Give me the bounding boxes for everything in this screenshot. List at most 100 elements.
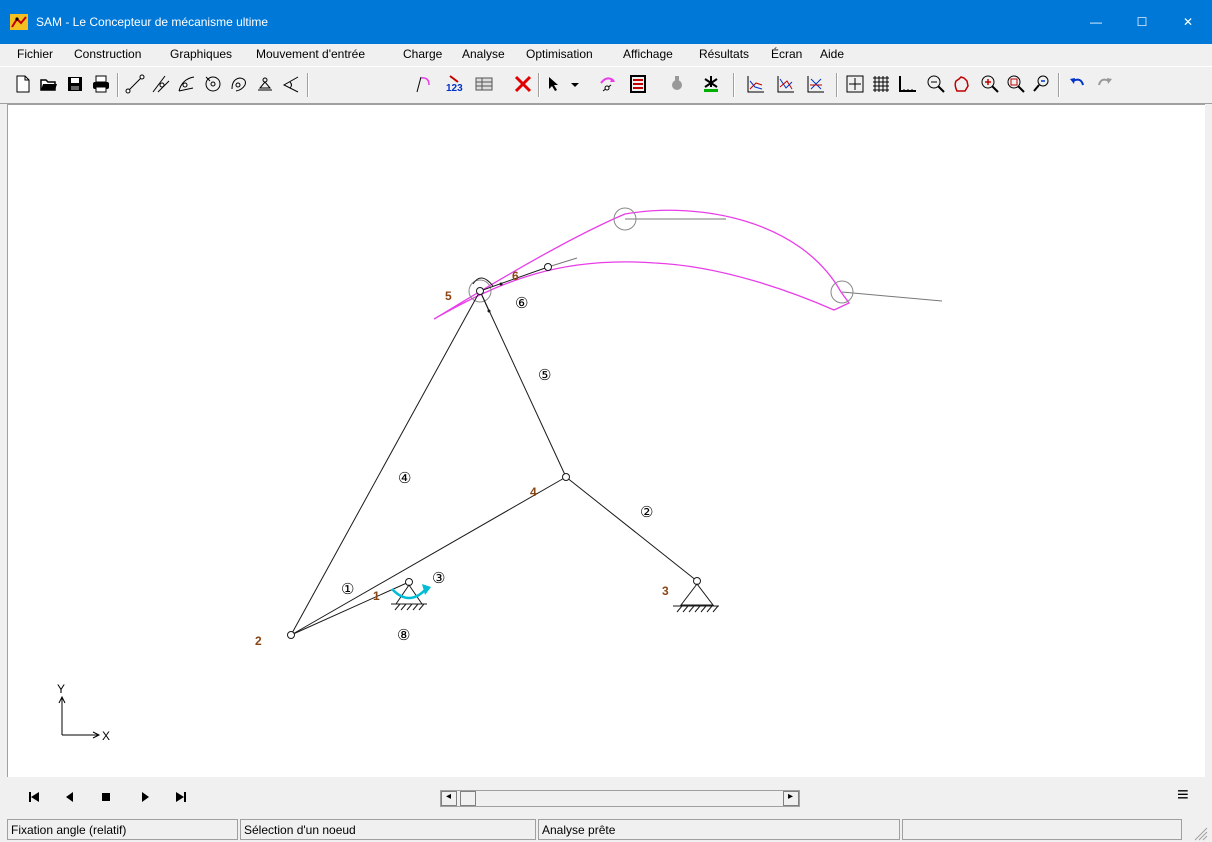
node-6c: [487, 309, 491, 313]
menu-bar: Fichier Construction Graphiques Mouvemen…: [0, 44, 1212, 66]
pan-icon[interactable]: [951, 73, 973, 95]
zoom-out-icon[interactable]: [925, 73, 947, 95]
menu-analyse[interactable]: Analyse: [462, 47, 505, 61]
table-icon[interactable]: [473, 73, 495, 95]
window-title: SAM - Le Concepteur de mécanisme ultime: [36, 15, 269, 29]
element-label-6: ⑥: [515, 295, 528, 312]
angle-constraint-icon[interactable]: [280, 73, 302, 95]
menu-charge[interactable]: Charge: [403, 47, 442, 61]
axis-indicator: Y X: [57, 682, 110, 743]
element-label-4: ④: [398, 470, 411, 487]
node-label-6: 6: [512, 269, 519, 283]
options-menu-icon[interactable]: ≡: [1177, 784, 1189, 807]
minimize-button[interactable]: —: [1073, 0, 1119, 44]
toolbar-separator: [117, 73, 119, 97]
input-motion-icon[interactable]: [597, 73, 619, 95]
zoom-in-icon[interactable]: [979, 73, 1001, 95]
play-icon[interactable]: [136, 789, 154, 805]
node-4[interactable]: [562, 473, 570, 481]
menu-construction[interactable]: Construction: [74, 47, 141, 61]
delete-icon[interactable]: [512, 73, 534, 95]
grid-icon[interactable]: [870, 73, 892, 95]
node-5[interactable]: [476, 287, 484, 295]
link-4[interactable]: [290, 290, 481, 636]
menu-affichage[interactable]: Affichage: [623, 47, 673, 61]
gear-pair-icon[interactable]: [176, 73, 198, 95]
scroll-thumb[interactable]: [460, 791, 476, 806]
close-button[interactable]: ✕: [1165, 0, 1211, 44]
node-label-4: 4: [530, 485, 537, 499]
dropdown-icon[interactable]: [568, 73, 582, 95]
playback-bar: ◂ ▸ ≡: [0, 781, 1212, 813]
slider-icon[interactable]: [150, 73, 172, 95]
link-5[interactable]: [479, 290, 567, 478]
step-back-icon[interactable]: [61, 789, 79, 805]
stop-icon[interactable]: [97, 789, 115, 805]
damper-icon[interactable]: [666, 73, 688, 95]
toolbar-separator: [733, 73, 735, 97]
node-6[interactable]: [544, 263, 552, 271]
toolbar-separator: [538, 73, 540, 97]
svg-text:123: 123: [446, 83, 463, 94]
fixed-support-3[interactable]: [673, 583, 719, 613]
motion-path-icon[interactable]: [413, 73, 435, 95]
redo-icon[interactable]: [1094, 73, 1116, 95]
spring-icon[interactable]: [627, 73, 649, 95]
graph-2-icon[interactable]: [775, 73, 797, 95]
menu-mouvement-entree[interactable]: Mouvement d'entrée: [256, 47, 365, 61]
scroll-right-button[interactable]: ▸: [783, 791, 799, 806]
node-label-3: 3: [662, 584, 669, 598]
beam-icon[interactable]: [124, 73, 146, 95]
node-label-1: 1: [373, 589, 380, 603]
menu-resultats[interactable]: Résultats: [699, 47, 749, 61]
element-label-3: ③: [432, 570, 445, 587]
load-icon[interactable]: [700, 73, 722, 95]
graph-1-icon[interactable]: [745, 73, 767, 95]
menu-ecran[interactable]: Écran: [771, 47, 802, 61]
trace-line: [841, 291, 943, 302]
axis-label-y: Y: [57, 682, 65, 696]
undo-icon[interactable]: [1066, 73, 1088, 95]
select-arrow-icon[interactable]: [544, 73, 566, 95]
numbering-icon[interactable]: 123: [444, 73, 466, 95]
link-1[interactable]: [290, 476, 567, 636]
link-2[interactable]: [565, 476, 698, 582]
fit-icon[interactable]: [844, 73, 866, 95]
open-folder-icon[interactable]: [38, 73, 60, 95]
status-panel-extra: [902, 819, 1182, 840]
menu-graphiques[interactable]: Graphiques: [170, 47, 232, 61]
element-label-1: ①: [341, 581, 354, 598]
pulley-icon[interactable]: [202, 73, 224, 95]
print-icon[interactable]: [90, 73, 112, 95]
node-2[interactable]: [287, 631, 295, 639]
toolbar-separator: [1058, 73, 1060, 97]
zoom-window-icon[interactable]: [1005, 73, 1027, 95]
menu-fichier[interactable]: Fichier: [17, 47, 53, 61]
mechanism-drawing: ① ② ③ ④ ⑤ ⑥ ⑧ 1 2 3 4 5 6 Y X: [57, 207, 943, 743]
save-icon[interactable]: [64, 73, 86, 95]
fixed-support-icon[interactable]: [254, 73, 276, 95]
scroll-left-button[interactable]: ◂: [441, 791, 457, 806]
menu-optimisation[interactable]: Optimisation: [526, 47, 593, 61]
toolbar-separator: [836, 73, 838, 97]
node-6b: [499, 282, 503, 286]
resize-grip-icon[interactable]: [1192, 825, 1208, 841]
input-motion-arrow[interactable]: [391, 584, 431, 600]
new-file-icon[interactable]: [12, 73, 34, 95]
status-panel-selection: Sélection d'un noeud: [240, 819, 536, 840]
element-label-5: ⑤: [538, 367, 551, 384]
application-window: SAM - Le Concepteur de mécanisme ultime …: [0, 0, 1212, 842]
axis-icon[interactable]: [896, 73, 918, 95]
maximize-button[interactable]: ☐: [1119, 0, 1165, 44]
first-frame-icon[interactable]: [25, 789, 43, 805]
graph-3-icon[interactable]: [805, 73, 827, 95]
drawing-canvas[interactable]: ① ② ③ ④ ⑤ ⑥ ⑧ 1 2 3 4 5 6 Y X: [7, 104, 1205, 777]
status-panel-analysis: Analyse prête: [538, 819, 900, 840]
last-frame-icon[interactable]: [172, 789, 190, 805]
cam-icon[interactable]: [228, 73, 250, 95]
menu-aide[interactable]: Aide: [820, 47, 844, 61]
frame-scrollbar[interactable]: ◂ ▸: [440, 790, 800, 807]
node-label-2: 2: [255, 634, 262, 648]
zoom-previous-icon[interactable]: [1031, 73, 1053, 95]
title-bar: SAM - Le Concepteur de mécanisme ultime …: [0, 0, 1212, 44]
